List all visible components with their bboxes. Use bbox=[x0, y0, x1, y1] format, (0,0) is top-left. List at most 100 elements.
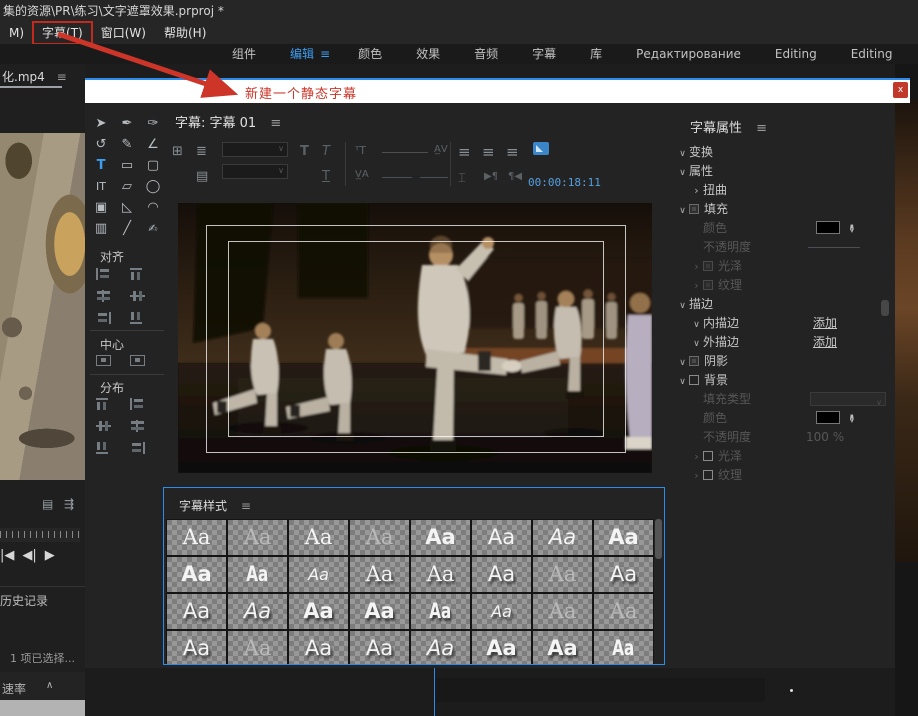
style-swatch-22[interactable]: Aa bbox=[532, 593, 593, 630]
distribute-horizontal-left-icon[interactable] bbox=[96, 398, 111, 410]
menu-item-0[interactable]: M) bbox=[0, 22, 33, 44]
center-horizontal-icon[interactable] bbox=[96, 354, 111, 366]
selection-tool-icon[interactable]: ➤ bbox=[88, 114, 114, 135]
distribute-horizontal-center-icon[interactable] bbox=[96, 420, 111, 432]
align-vertical-top-icon[interactable] bbox=[130, 268, 145, 280]
style-swatch-28[interactable]: Aa bbox=[410, 630, 471, 665]
style-swatch-13[interactable]: Aa bbox=[471, 556, 532, 593]
paragraph-end-icon[interactable]: ¶◀ bbox=[508, 171, 522, 182]
style-swatch-14[interactable]: Aa bbox=[532, 556, 593, 593]
text-align-right-icon[interactable]: ≡ bbox=[506, 143, 519, 161]
area-type-tool-icon[interactable]: ▣ bbox=[88, 198, 114, 219]
style-swatch-25[interactable]: Aa bbox=[227, 630, 288, 665]
style-swatch-18[interactable]: Aa bbox=[288, 593, 349, 630]
history-panel-title[interactable]: 历史记录 bbox=[0, 592, 48, 609]
property-row-扭曲[interactable]: ›扭曲 bbox=[668, 181, 895, 200]
font-size-icon[interactable]: ᵀT bbox=[355, 144, 366, 157]
property-row-光泽[interactable]: ›光泽 bbox=[668, 447, 895, 466]
vertical-type-tool-icon[interactable]: IT bbox=[88, 177, 114, 198]
path-type-tool-icon[interactable]: ✍ bbox=[140, 219, 166, 240]
property-row-纹理[interactable]: ›纹理 bbox=[668, 276, 895, 295]
center-vertical-icon[interactable] bbox=[130, 354, 145, 366]
style-swatch-1[interactable]: Aa bbox=[227, 519, 288, 556]
align-vertical-center-icon[interactable] bbox=[130, 290, 145, 302]
checkbox-unchecked[interactable] bbox=[703, 451, 713, 461]
collapse-caret-icon[interactable]: ∧ bbox=[46, 680, 53, 691]
type-tool-icon[interactable]: T bbox=[88, 156, 114, 177]
style-swatch-19[interactable]: Aa bbox=[349, 593, 410, 630]
workspace-tab-3[interactable]: 效果 bbox=[416, 44, 440, 64]
property-row-内描边[interactable]: ∨内描边添加 bbox=[668, 314, 895, 333]
style-swatch-20[interactable]: Aa bbox=[410, 593, 471, 630]
checkbox-checked[interactable] bbox=[689, 356, 699, 366]
style-swatch-15[interactable]: Aa bbox=[593, 556, 654, 593]
close-icon[interactable]: x bbox=[893, 82, 908, 98]
go-to-in-icon[interactable]: |◀ bbox=[0, 548, 14, 563]
panel-menu-icon[interactable]: ≡ bbox=[57, 70, 67, 84]
property-row-变换[interactable]: ∨变换 bbox=[668, 143, 895, 162]
panel-menu-icon[interactable]: ≡ bbox=[270, 116, 281, 131]
text-align-center-icon[interactable]: ≡ bbox=[482, 143, 495, 161]
styles-scrollbar[interactable] bbox=[655, 519, 662, 559]
checkbox-checked[interactable] bbox=[689, 204, 699, 214]
markers-icon[interactable]: ⇶ bbox=[64, 497, 74, 511]
workspace-tab-9[interactable]: Editing bbox=[851, 44, 893, 64]
text-align-left-icon[interactable]: ≡ bbox=[458, 143, 471, 161]
step-back-icon[interactable]: ◀| bbox=[22, 548, 36, 563]
property-row-光泽[interactable]: ›光泽 bbox=[668, 257, 895, 276]
property-row-颜色[interactable]: 颜色✒ bbox=[668, 409, 895, 428]
bold-button[interactable]: T bbox=[300, 144, 309, 159]
color-swatch[interactable] bbox=[816, 411, 840, 424]
style-swatch-12[interactable]: Aa bbox=[410, 556, 471, 593]
add-anchor-tool-icon[interactable]: ✎ bbox=[114, 135, 140, 156]
style-swatch-2[interactable]: Aa bbox=[288, 519, 349, 556]
color-swatch[interactable] bbox=[816, 221, 840, 234]
opacity-slider[interactable] bbox=[808, 247, 860, 248]
menu-item-1[interactable]: 字幕(T) bbox=[33, 22, 92, 44]
paragraph-start-icon[interactable]: ▶¶ bbox=[484, 171, 498, 182]
property-row-不透明度[interactable]: 不透明度100 % bbox=[668, 428, 895, 447]
eyedropper-icon[interactable]: ✒ bbox=[842, 413, 861, 423]
line-tool-icon[interactable]: ╱ bbox=[114, 219, 140, 240]
style-swatch-17[interactable]: Aa bbox=[227, 593, 288, 630]
menu-item-3[interactable]: 帮助(H) bbox=[155, 22, 215, 44]
play-icon[interactable]: ▶ bbox=[45, 548, 55, 563]
style-swatch-3[interactable]: Aa bbox=[349, 519, 410, 556]
checkbox-checked[interactable] bbox=[703, 261, 713, 271]
style-swatch-5[interactable]: Aa bbox=[471, 519, 532, 556]
italic-button[interactable]: T bbox=[322, 144, 330, 159]
style-swatch-30[interactable]: Aa bbox=[532, 630, 593, 665]
font-family-select[interactable] bbox=[222, 142, 288, 157]
timeline-ruler[interactable] bbox=[0, 528, 80, 542]
properties-scrollbar[interactable] bbox=[881, 300, 889, 316]
rectangle-tool-icon[interactable]: ▭ bbox=[114, 156, 140, 177]
workspace-tab-4[interactable]: 音频 bbox=[474, 44, 498, 64]
style-swatch-26[interactable]: Aa bbox=[288, 630, 349, 665]
workspace-tab-7[interactable]: Редактирование bbox=[636, 44, 741, 64]
style-swatch-31[interactable]: Aa bbox=[593, 630, 654, 665]
arc-tool-icon[interactable]: ◠ bbox=[140, 198, 166, 219]
checkbox-unchecked[interactable] bbox=[703, 470, 713, 480]
eyedropper-icon[interactable]: ✒ bbox=[842, 223, 861, 233]
workspace-tab-6[interactable]: 库 bbox=[590, 44, 602, 64]
background-video-timecode[interactable]: 00:00:18:11 bbox=[528, 176, 601, 189]
align-horizontal-center-icon[interactable] bbox=[96, 290, 111, 302]
align-horizontal-left-icon[interactable] bbox=[96, 268, 111, 280]
font-size-slider[interactable] bbox=[382, 152, 428, 153]
distribute-vertical-center-icon[interactable] bbox=[130, 420, 145, 432]
underline-button[interactable]: T bbox=[322, 169, 330, 184]
add-stroke-link[interactable]: 添加 bbox=[813, 333, 837, 352]
rounded-rectangle-tool-icon[interactable]: ▢ bbox=[140, 156, 166, 177]
style-swatch-8[interactable]: Aa bbox=[166, 556, 227, 593]
tracking-icon[interactable]: V̲A bbox=[355, 169, 369, 180]
style-swatch-29[interactable]: Aa bbox=[471, 630, 532, 665]
font-style-select[interactable] bbox=[222, 164, 288, 179]
property-row-填充类型[interactable]: 填充类型 bbox=[668, 390, 895, 409]
roll-crawl-options-icon[interactable]: ≣ bbox=[196, 144, 207, 159]
caret-collapsed-icon[interactable]: › bbox=[690, 466, 703, 485]
property-row-外描边[interactable]: ∨外描边添加 bbox=[668, 333, 895, 352]
wedge-tool-icon[interactable]: ◺ bbox=[114, 198, 140, 219]
property-row-阴影[interactable]: ∨阴影 bbox=[668, 352, 895, 371]
style-swatch-27[interactable]: Aa bbox=[349, 630, 410, 665]
distribute-vertical-top-icon[interactable] bbox=[130, 398, 145, 410]
